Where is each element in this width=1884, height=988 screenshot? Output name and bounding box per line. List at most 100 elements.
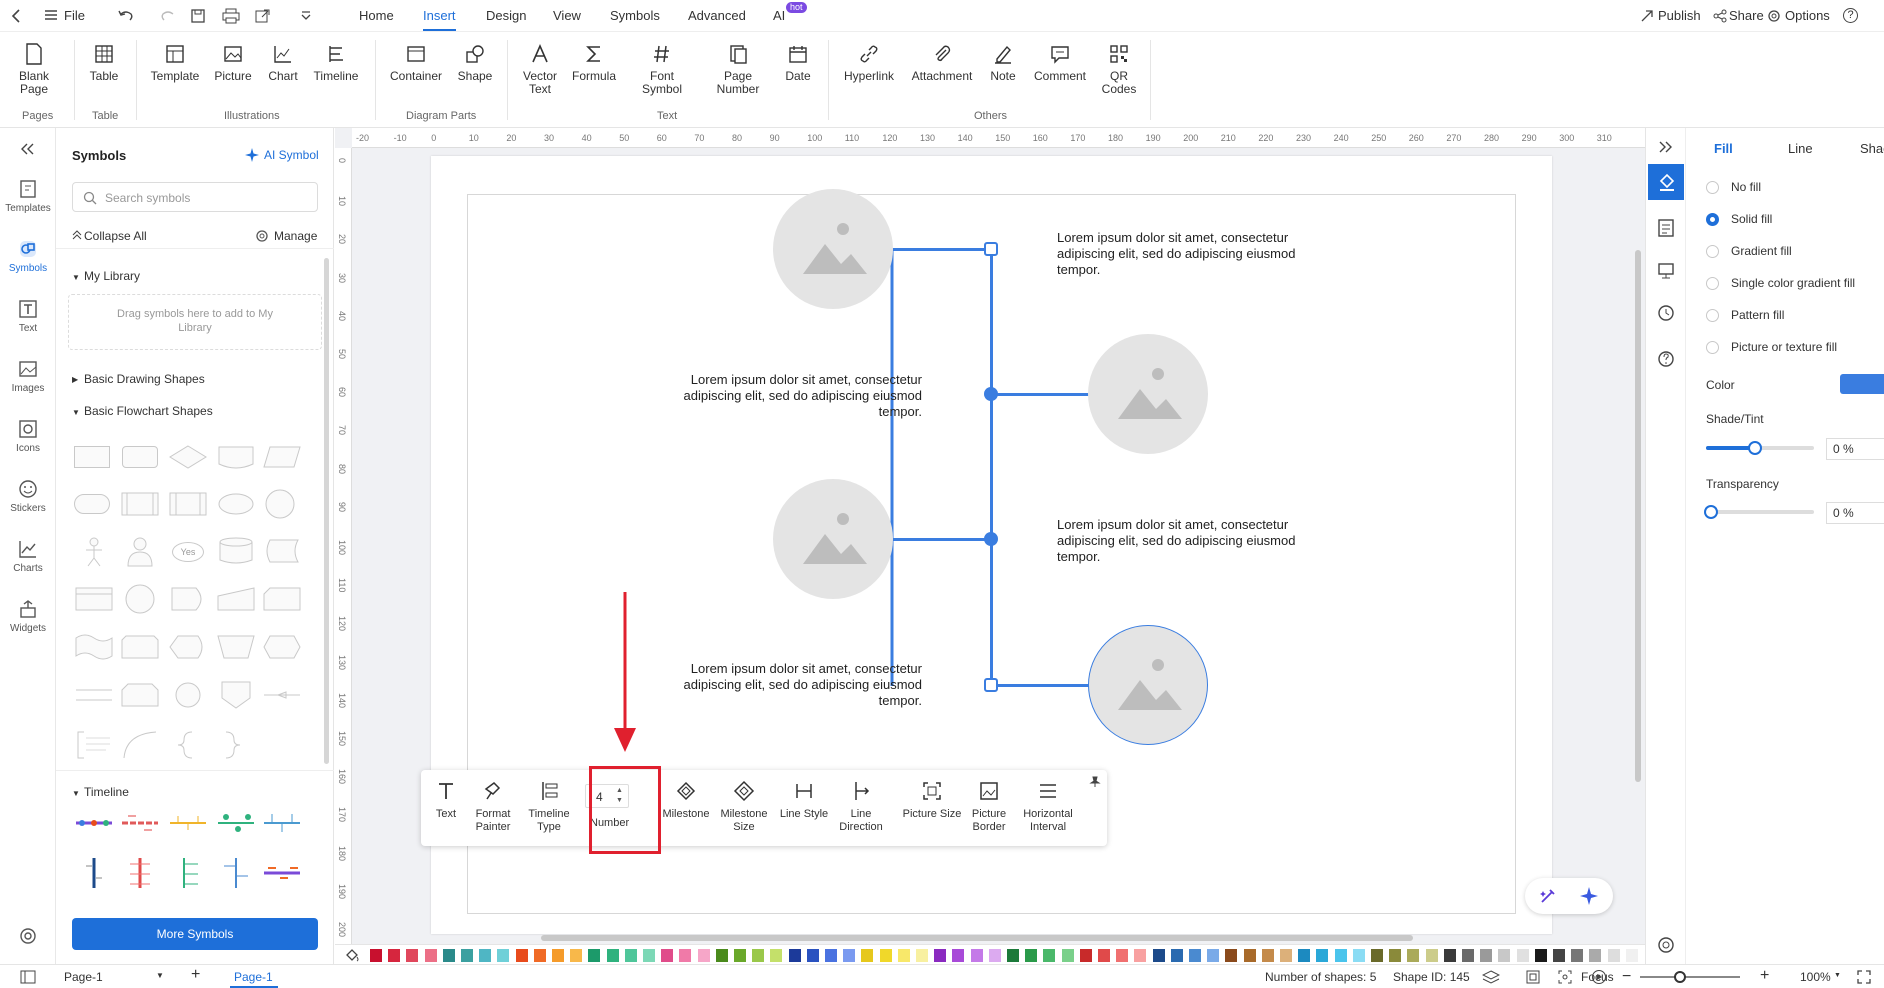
tab-symbols[interactable]: Symbols (610, 8, 660, 23)
color-swatch[interactable] (406, 949, 419, 962)
option-gradient-fill[interactable]: Gradient fill (1706, 244, 1792, 258)
shape-button[interactable]: Shape (458, 42, 492, 83)
shape-tape[interactable] (74, 632, 114, 662)
template-button[interactable]: Template (150, 42, 200, 83)
shape-loop-limit[interactable] (120, 632, 160, 662)
option-pattern-fill[interactable]: Pattern fill (1706, 308, 1784, 322)
settings-gear-icon[interactable] (1657, 936, 1675, 954)
color-swatch[interactable] (1516, 949, 1529, 962)
shape-circle[interactable] (262, 488, 298, 520)
color-swatch[interactable] (1025, 949, 1038, 962)
option-solid-fill[interactable]: Solid fill (1706, 212, 1772, 226)
section-my-library[interactable]: My Library (84, 269, 140, 283)
search-input[interactable]: Search symbols (72, 182, 318, 212)
zoom-slider[interactable] (1640, 971, 1740, 983)
shape-parallel-line[interactable] (74, 680, 114, 710)
color-swatch[interactable] (1334, 949, 1347, 962)
note-button[interactable]: Note (987, 42, 1019, 83)
option-single-color-gradient[interactable]: Single color gradient fill (1706, 276, 1855, 290)
image-placeholder-3[interactable] (773, 479, 893, 599)
page-selector-dropdown[interactable]: Page-1 ▼ (56, 968, 168, 986)
tab-advanced[interactable]: Advanced (688, 8, 746, 23)
milestone-size-button[interactable]: Milestone Size (719, 780, 769, 834)
transparency-value-input[interactable]: 0 % (1826, 502, 1884, 524)
color-swatch[interactable] (497, 949, 510, 962)
color-swatch[interactable] (825, 949, 837, 962)
color-swatch[interactable] (588, 949, 601, 962)
tab-line[interactable]: Line (1788, 141, 1813, 156)
milestone-node-2[interactable] (984, 387, 998, 401)
timeline-spine[interactable] (990, 248, 993, 686)
color-swatch[interactable] (1061, 949, 1074, 962)
export-icon[interactable] (254, 8, 276, 24)
timeline-button[interactable]: Timeline (312, 42, 360, 83)
page-layout-icon[interactable] (20, 970, 36, 984)
color-swatch[interactable] (1098, 949, 1110, 962)
comment-button[interactable]: Comment (1032, 42, 1088, 83)
color-swatch[interactable] (1243, 949, 1256, 962)
shape-rounded-rect[interactable] (122, 446, 158, 468)
color-swatch[interactable] (533, 949, 546, 962)
timeline-thumb-7[interactable] (120, 856, 160, 890)
page-properties-icon[interactable] (1657, 218, 1675, 238)
color-swatch[interactable] (897, 949, 910, 962)
color-swatch[interactable] (788, 949, 801, 962)
color-swatch[interactable] (479, 949, 492, 962)
milestone-text-4[interactable]: Lorem ipsum dolor sit amet, consectetur … (662, 661, 922, 709)
file-menu[interactable]: File (64, 8, 85, 23)
color-swatch[interactable] (388, 949, 401, 962)
color-swatch[interactable] (879, 949, 892, 962)
color-swatch[interactable] (988, 949, 1001, 962)
zoom-slider-handle[interactable] (1674, 971, 1686, 983)
chart-button[interactable]: Chart (266, 42, 300, 83)
vector-text-button[interactable]: Vector Text (521, 42, 559, 96)
transparency-slider-handle[interactable] (1704, 505, 1718, 519)
print-icon[interactable] (222, 8, 240, 24)
color-swatch[interactable] (643, 949, 655, 962)
options-button[interactable]: Options (1785, 8, 1830, 23)
shape-arc[interactable] (120, 728, 160, 762)
image-placeholder-1[interactable] (773, 189, 893, 309)
tab-ai[interactable]: AI (773, 8, 785, 23)
color-swatch[interactable] (1316, 949, 1329, 962)
chevron-down-icon[interactable]: ▼ (1834, 972, 1841, 979)
transparency-slider[interactable] (1704, 505, 1814, 519)
color-swatch[interactable] (1152, 949, 1165, 962)
rail-images[interactable]: Images (0, 358, 56, 394)
hyperlink-button[interactable]: Hyperlink (840, 42, 898, 83)
color-swatch[interactable] (1298, 949, 1311, 962)
add-page-icon[interactable]: + (191, 966, 200, 984)
fullscreen-icon[interactable] (1856, 969, 1872, 985)
shape-list[interactable] (74, 584, 114, 614)
milestone-text-2[interactable]: Lorem ipsum dolor sit amet, consectetur … (662, 372, 922, 420)
focus-icon[interactable] (1557, 969, 1573, 985)
timeline-thumb-2[interactable] (120, 808, 160, 838)
color-swatch[interactable] (1225, 949, 1238, 962)
color-swatch[interactable] (1007, 949, 1019, 962)
color-swatch[interactable] (1170, 949, 1183, 962)
color-swatch[interactable] (806, 949, 819, 962)
color-swatch[interactable] (1043, 949, 1056, 962)
color-swatch[interactable] (624, 949, 637, 962)
expand-right-panel-icon[interactable] (1658, 140, 1674, 154)
timeline-thumb-8[interactable] (168, 856, 208, 890)
zoom-out-icon[interactable]: − (1622, 968, 1631, 986)
shape-off-page-ref[interactable] (216, 678, 256, 712)
picture-border-button[interactable]: Picture Border (967, 780, 1011, 834)
color-swatch[interactable] (1625, 949, 1638, 962)
shape-person[interactable] (120, 536, 160, 568)
timeline-thumb-10[interactable] (262, 856, 302, 890)
format-painter-button[interactable]: Format Painter (471, 780, 515, 834)
color-swatch[interactable] (442, 949, 455, 962)
shape-connector[interactable] (120, 582, 160, 616)
page-tab-active[interactable]: Page-1 (234, 970, 273, 984)
color-swatch[interactable] (1425, 949, 1438, 962)
shade-slider-handle[interactable] (1747, 441, 1762, 455)
container-button[interactable]: Container (388, 42, 444, 83)
milestone-text-1[interactable]: Lorem ipsum dolor sit amet, consectetur … (1057, 230, 1317, 278)
timeline-thumb-3[interactable] (168, 808, 208, 838)
collapse-all-button[interactable]: Collapse All (84, 229, 147, 243)
presentation-icon[interactable] (1657, 262, 1675, 280)
shape-card[interactable] (262, 584, 302, 614)
shape-annotation[interactable] (74, 728, 114, 762)
